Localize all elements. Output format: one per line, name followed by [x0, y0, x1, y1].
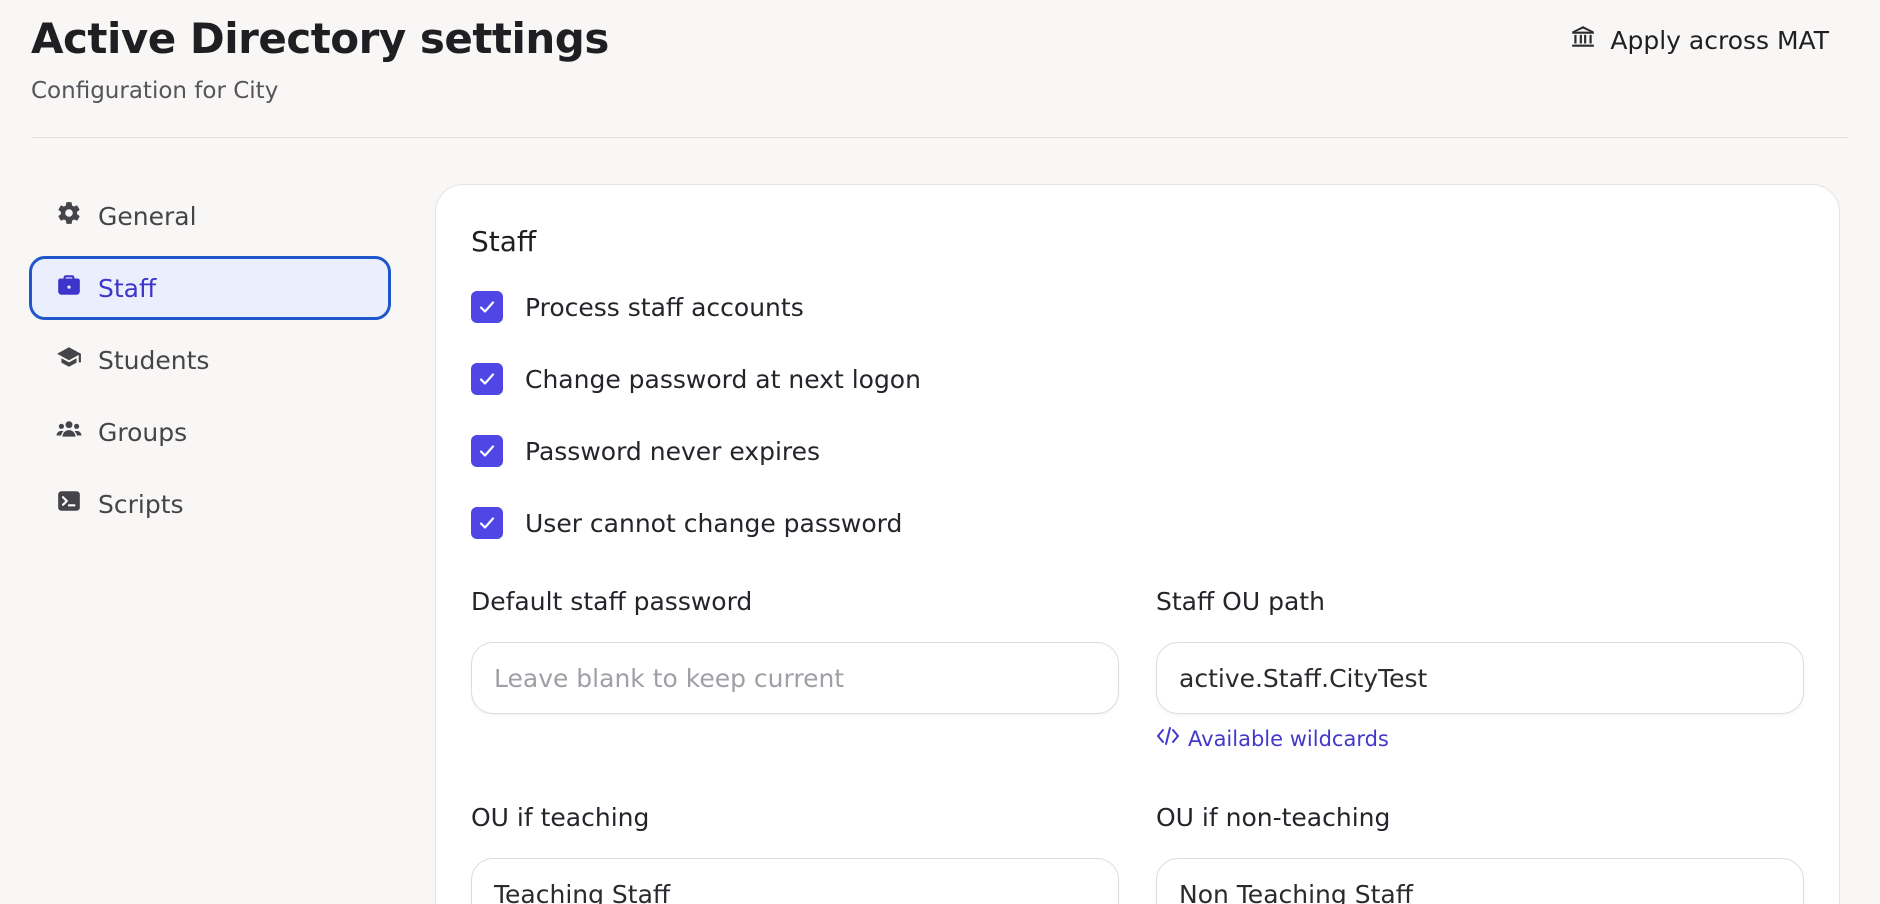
checkbox-label: Change password at next logon	[525, 364, 921, 394]
sidebar-item-general[interactable]: General	[29, 184, 391, 248]
checkbox-checked[interactable]	[471, 363, 503, 395]
default-staff-password-label: Default staff password	[471, 587, 753, 616]
page-header: Active Directory settings Configuration …	[31, 10, 1849, 138]
sidebar-item-label: Students	[98, 345, 210, 375]
sidebar-item-students[interactable]: Students	[29, 328, 391, 392]
available-wildcards-link[interactable]: Available wildcards	[1156, 725, 1389, 752]
ou-if-teaching-input[interactable]	[471, 858, 1119, 904]
password-never-expires-checkbox[interactable]: Password never expires	[471, 435, 820, 467]
users-icon	[56, 416, 82, 448]
sidebar-item-scripts[interactable]: Scripts	[29, 472, 391, 536]
page-subtitle: Configuration for City	[31, 78, 279, 104]
page: Active Directory settings Configuration …	[0, 0, 1880, 904]
process-staff-accounts-checkbox[interactable]: Process staff accounts	[471, 291, 804, 323]
staff-settings-card: Staff Process staff accounts Change pass…	[435, 184, 1840, 904]
ou-if-teaching-label: OU if teaching	[471, 803, 650, 832]
staff-ou-path-label: Staff OU path	[1156, 587, 1325, 616]
ou-if-non-teaching-label: OU if non-teaching	[1156, 803, 1391, 832]
checkbox-label: User cannot change password	[525, 508, 903, 538]
sidebar-item-label: Staff	[98, 273, 157, 303]
apply-across-mat-button[interactable]: Apply across MAT	[1570, 20, 1829, 60]
briefcase-icon	[56, 272, 82, 304]
sidebar-item-groups[interactable]: Groups	[29, 400, 391, 464]
gear-icon	[56, 200, 82, 232]
apply-across-mat-label: Apply across MAT	[1610, 25, 1829, 55]
settings-sidebar: General Staff Students Groups Scripts	[29, 184, 391, 544]
graduation-cap-icon	[56, 344, 82, 376]
checkbox-checked[interactable]	[471, 507, 503, 539]
code-icon	[1156, 725, 1180, 752]
available-wildcards-label: Available wildcards	[1188, 726, 1389, 751]
sidebar-item-label: Scripts	[98, 489, 184, 519]
change-password-next-logon-checkbox[interactable]: Change password at next logon	[471, 363, 921, 395]
checkbox-checked[interactable]	[471, 435, 503, 467]
terminal-icon	[56, 488, 82, 520]
check-icon	[479, 373, 495, 385]
bank-icon	[1570, 24, 1596, 56]
sidebar-item-label: Groups	[98, 417, 188, 447]
sidebar-item-staff[interactable]: Staff	[29, 256, 391, 320]
sidebar-item-label: General	[98, 201, 197, 231]
checkbox-label: Password never expires	[525, 436, 821, 466]
checkbox-checked[interactable]	[471, 291, 503, 323]
check-icon	[479, 301, 495, 313]
page-title: Active Directory settings	[31, 14, 609, 63]
staff-ou-path-input[interactable]	[1156, 642, 1804, 714]
check-icon	[479, 445, 495, 457]
section-title: Staff	[471, 225, 537, 258]
default-staff-password-input[interactable]	[471, 642, 1119, 714]
check-icon	[479, 517, 495, 529]
checkbox-label: Process staff accounts	[525, 292, 804, 322]
ou-if-non-teaching-input[interactable]	[1156, 858, 1804, 904]
user-cannot-change-password-checkbox[interactable]: User cannot change password	[471, 507, 902, 539]
